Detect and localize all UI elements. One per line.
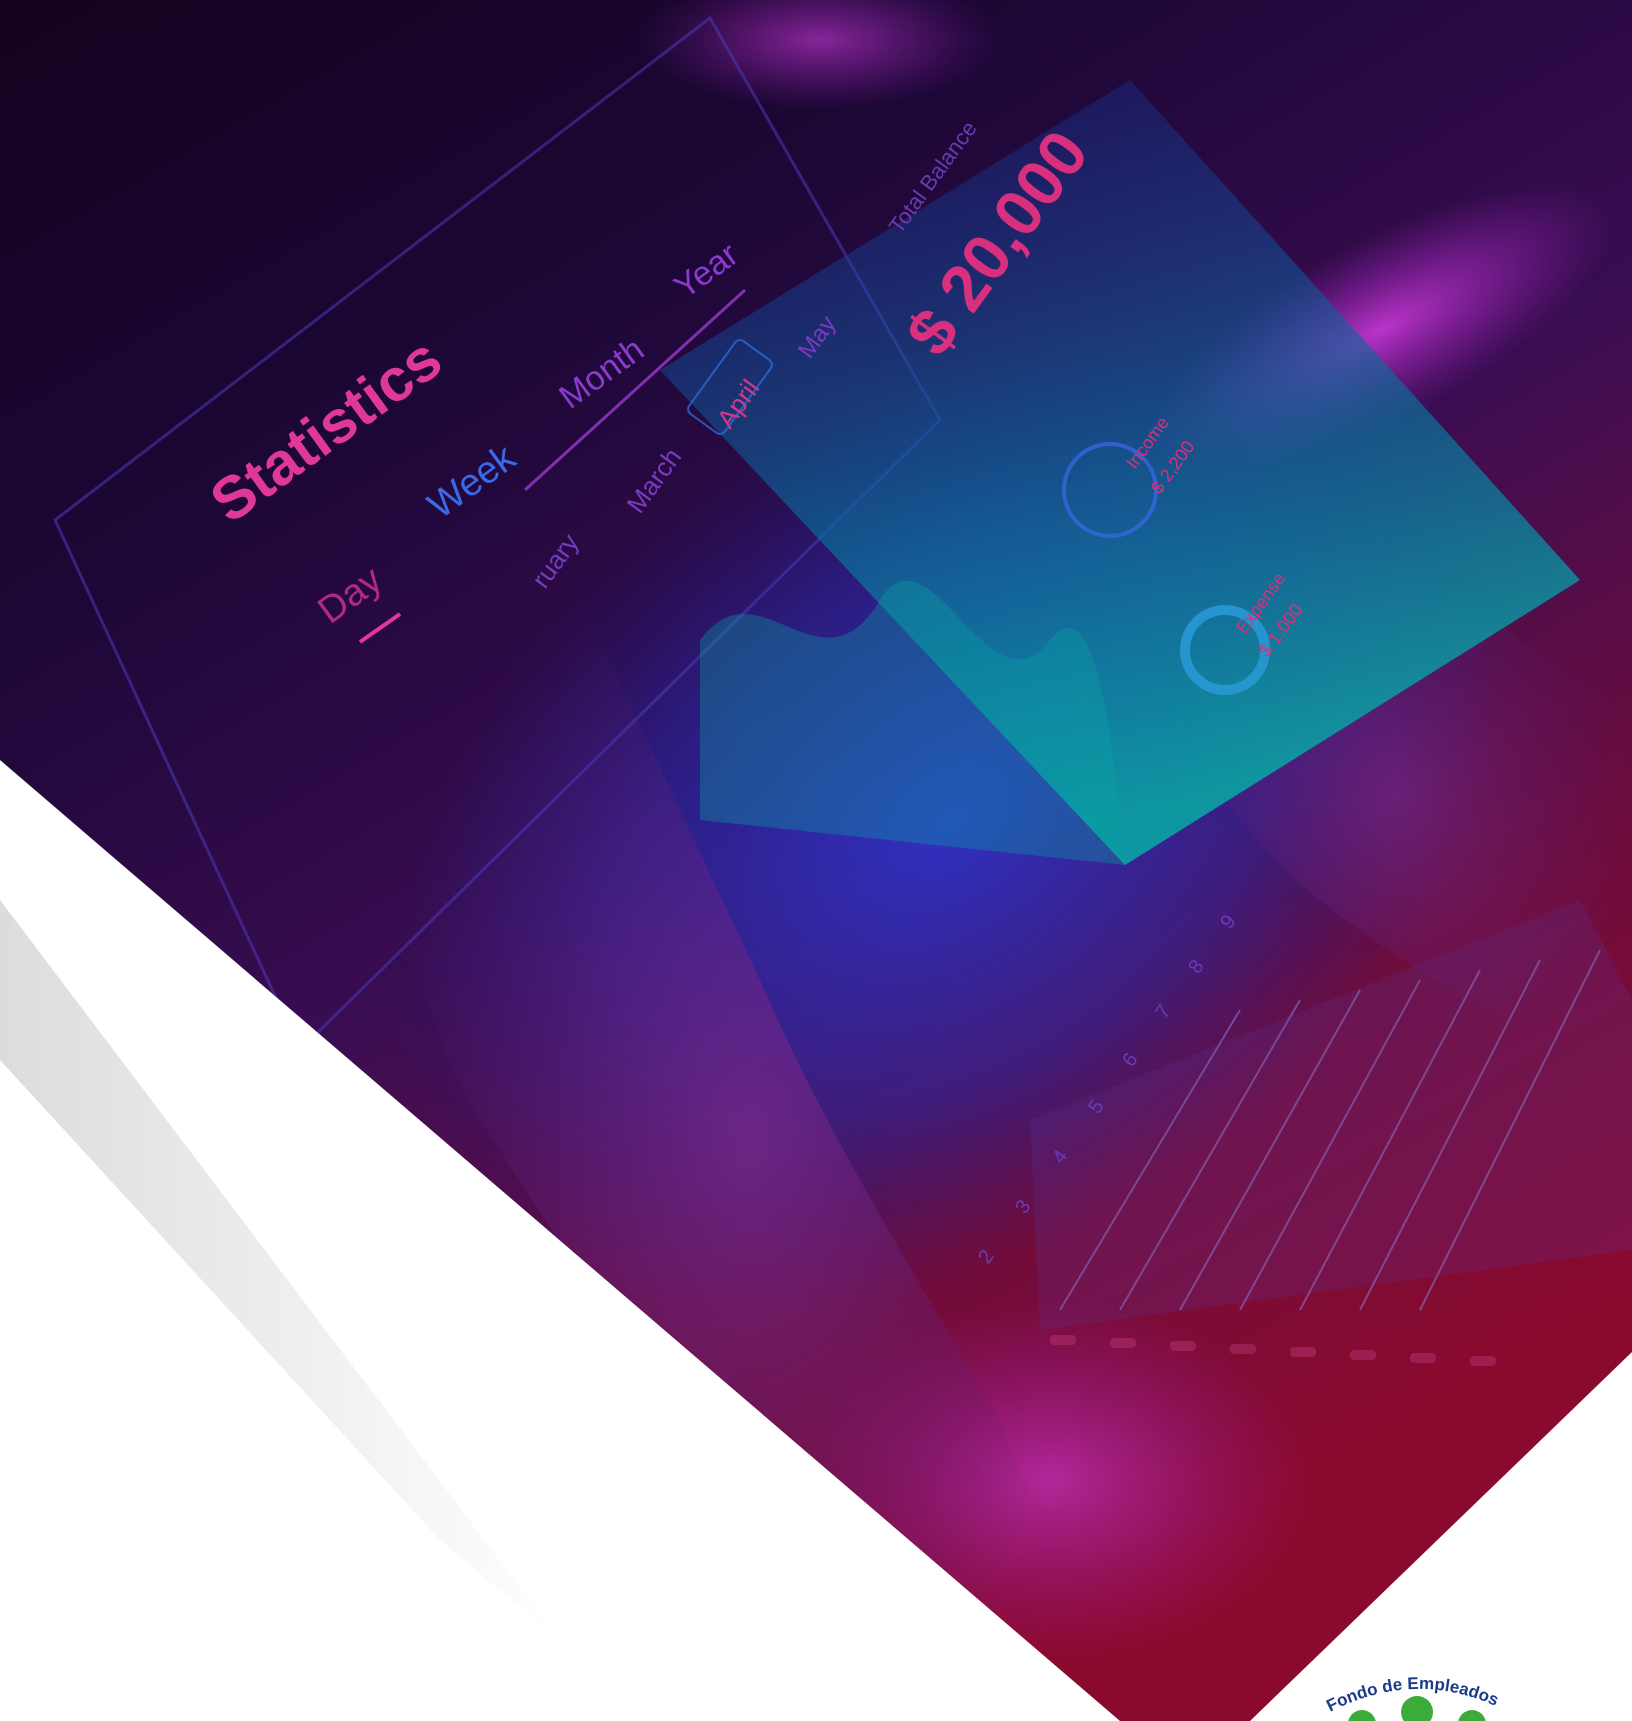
logo-figure-left-icon bbox=[1348, 1710, 1376, 1721]
logo-figure-right-icon bbox=[1458, 1710, 1486, 1721]
brand-logo: Fondo de Empleados bbox=[1323, 1674, 1502, 1721]
page-canvas: Statistics Day Week Month Year ruary Mar… bbox=[0, 0, 1632, 1721]
logo-figure-center-icon bbox=[1401, 1696, 1433, 1721]
photo-composition: Statistics Day Week Month Year ruary Mar… bbox=[0, 0, 1632, 1721]
tinted-photo: Statistics Day Week Month Year ruary Mar… bbox=[0, 0, 1632, 1721]
